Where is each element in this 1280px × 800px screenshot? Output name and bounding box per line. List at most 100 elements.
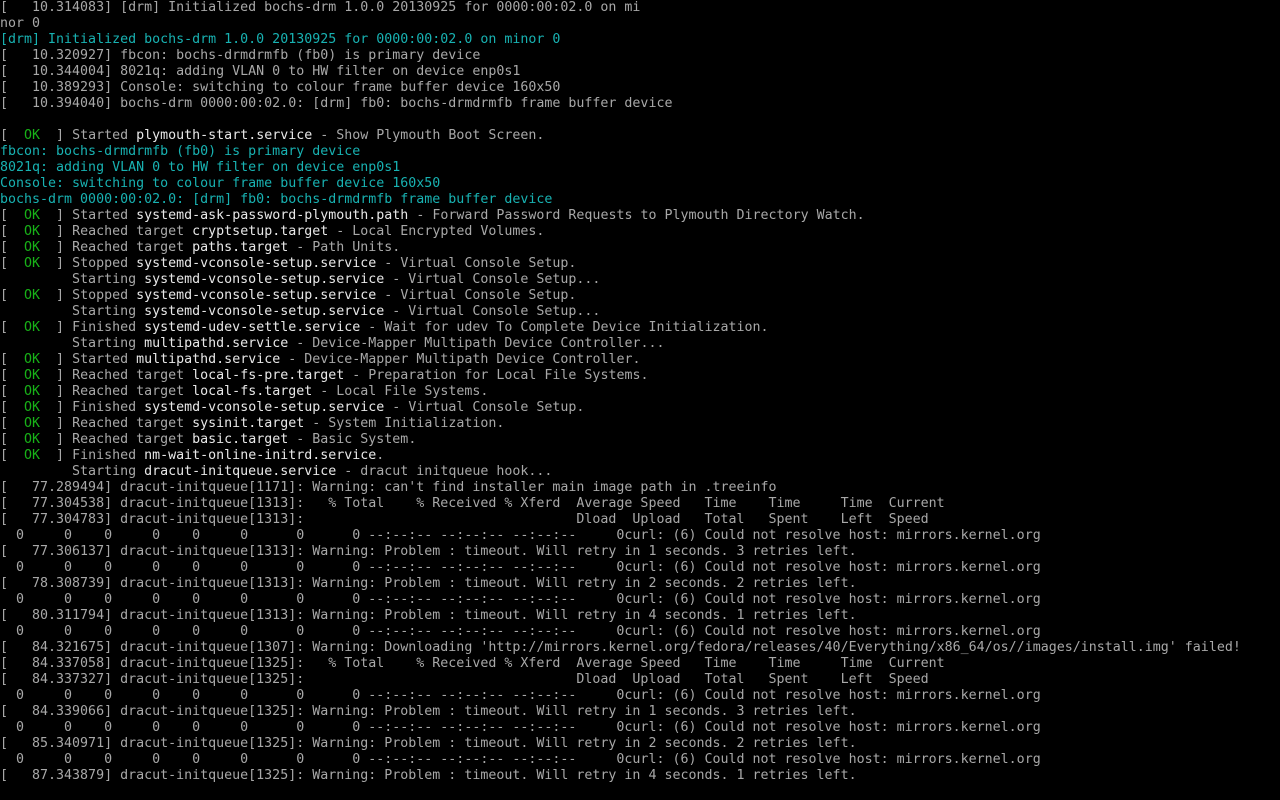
- console-text: ] Finished: [40, 320, 145, 335]
- console-line: [ OK ] Finished systemd-vconsole-setup.s…: [0, 400, 1280, 416]
- console-text: - Virtual Console Setup.: [384, 400, 585, 415]
- console-text: - Virtual Console Setup...: [384, 272, 601, 287]
- kernel-message: 8021q: adding VLAN 0 to HW filter on dev…: [0, 160, 401, 175]
- status-ok-badge: OK: [24, 128, 41, 143]
- console-text: [ 84.337058] dracut-initqueue[1325]: % T…: [0, 656, 945, 671]
- console-text: nor 0: [0, 16, 41, 31]
- status-ok-badge: OK: [24, 384, 41, 399]
- console-text: - Local Encrypted Volumes.: [328, 224, 545, 239]
- console-text: ] Finished: [40, 448, 145, 463]
- boot-console: [ 10.314083] [drm] Initialized bochs-drm…: [0, 0, 1280, 800]
- console-text: - Show Plymouth Boot Screen.: [312, 128, 545, 143]
- kernel-message: Console: switching to colour frame buffe…: [0, 176, 441, 191]
- console-text: Starting: [0, 272, 145, 287]
- console-line: [ OK ] Reached target local-fs-pre.targe…: [0, 368, 1280, 384]
- console-line: [ OK ] Started plymouth-start.service - …: [0, 128, 1280, 144]
- unit-name: systemd-udev-settle.service: [144, 320, 361, 335]
- console-text: ] Reached target: [40, 240, 193, 255]
- console-text: - Wait for udev To Complete Device Initi…: [360, 320, 769, 335]
- console-text: [ 10.344004] 8021q: adding VLAN 0 to HW …: [0, 64, 521, 79]
- console-text: ] Finished: [40, 400, 145, 415]
- console-line: [ 77.304783] dracut-initqueue[1313]: Dlo…: [0, 512, 1280, 528]
- console-line: [ 10.344004] 8021q: adding VLAN 0 to HW …: [0, 64, 1280, 80]
- console-text: Starting: [0, 336, 145, 351]
- console-text: [ 77.304538] dracut-initqueue[1313]: % T…: [0, 496, 945, 511]
- console-text: - Virtual Console Setup.: [376, 256, 577, 271]
- kernel-message: [drm] Initialized bochs-drm 1.0.0 201309…: [0, 32, 561, 47]
- unit-name: sysinit.target: [192, 416, 305, 431]
- console-line: 8021q: adding VLAN 0 to HW filter on dev…: [0, 160, 1280, 176]
- status-ok-badge: OK: [24, 256, 41, 271]
- console-text: [ 10.394040] bochs-drm 0000:00:02.0: [dr…: [0, 96, 673, 111]
- console-line: 0 0 0 0 0 0 0 0 --:--:-- --:--:-- --:--:…: [0, 624, 1280, 640]
- console-line: [ 77.304538] dracut-initqueue[1313]: % T…: [0, 496, 1280, 512]
- unit-name: basic.target: [192, 432, 289, 447]
- console-line: Console: switching to colour frame buffe…: [0, 176, 1280, 192]
- console-text: [ 77.289494] dracut-initqueue[1171]: War…: [0, 480, 777, 495]
- console-line: [ 78.308739] dracut-initqueue[1313]: War…: [0, 576, 1280, 592]
- console-text: 0 0 0 0 0 0 0 0 --:--:-- --:--:-- --:--:…: [0, 528, 1041, 543]
- console-line: Starting multipathd.service - Device-Map…: [0, 336, 1280, 352]
- console-text: [: [0, 352, 25, 367]
- console-line: [ 10.394040] bochs-drm 0000:00:02.0: [dr…: [0, 96, 1280, 112]
- console-text: [ 78.308739] dracut-initqueue[1313]: War…: [0, 576, 857, 591]
- console-text: - Preparation for Local File Systems.: [344, 368, 649, 383]
- console-line: Starting systemd-vconsole-setup.service …: [0, 304, 1280, 320]
- unit-name: systemd-vconsole-setup.service: [136, 288, 377, 303]
- console-line: 0 0 0 0 0 0 0 0 --:--:-- --:--:-- --:--:…: [0, 688, 1280, 704]
- console-text: 0 0 0 0 0 0 0 0 --:--:-- --:--:-- --:--:…: [0, 560, 1041, 575]
- unit-name: systemd-vconsole-setup.service: [136, 256, 377, 271]
- console-line: [ OK ] Started systemd-ask-password-plym…: [0, 208, 1280, 224]
- console-text: [: [0, 448, 25, 463]
- console-text: .: [376, 448, 385, 463]
- console-line: [ OK ] Started multipathd.service - Devi…: [0, 352, 1280, 368]
- status-ok-badge: OK: [24, 368, 41, 383]
- console-text: [ 84.339066] dracut-initqueue[1325]: War…: [0, 704, 857, 719]
- unit-name: systemd-vconsole-setup.service: [144, 400, 385, 415]
- console-line: [ 87.343879] dracut-initqueue[1325]: War…: [0, 768, 1280, 784]
- console-text: [ 84.321675] dracut-initqueue[1307]: War…: [0, 640, 1241, 655]
- console-line: [ 77.289494] dracut-initqueue[1171]: War…: [0, 480, 1280, 496]
- console-text: [: [0, 256, 25, 271]
- console-text: [: [0, 432, 25, 447]
- console-text: [: [0, 368, 25, 383]
- console-text: [: [0, 400, 25, 415]
- unit-name: local-fs.target: [192, 384, 313, 399]
- status-ok-badge: OK: [24, 416, 41, 431]
- console-line: [ 10.320927] fbcon: bochs-drmdrmfb (fb0)…: [0, 48, 1280, 64]
- console-line: [ 84.339066] dracut-initqueue[1325]: War…: [0, 704, 1280, 720]
- unit-name: systemd-ask-password-plymouth.path: [136, 208, 409, 223]
- console-text: - Virtual Console Setup.: [376, 288, 577, 303]
- status-ok-badge: OK: [24, 320, 41, 335]
- console-line: bochs-drm 0000:00:02.0: [drm] fb0: bochs…: [0, 192, 1280, 208]
- console-text: - Device-Mapper Multipath Device Control…: [288, 336, 665, 351]
- console-line: 0 0 0 0 0 0 0 0 --:--:-- --:--:-- --:--:…: [0, 720, 1280, 736]
- status-ok-badge: OK: [24, 288, 41, 303]
- status-ok-badge: OK: [24, 352, 41, 367]
- console-line: nor 0: [0, 16, 1280, 32]
- console-text: ] Reached target: [40, 432, 193, 447]
- console-text: [: [0, 288, 25, 303]
- console-text: [ 10.320927] fbcon: bochs-drmdrmfb (fb0)…: [0, 48, 481, 63]
- console-text: - Forward Password Requests to Plymouth …: [408, 208, 865, 223]
- console-text: [: [0, 416, 25, 431]
- console-text: Starting: [0, 304, 145, 319]
- console-text: 0 0 0 0 0 0 0 0 --:--:-- --:--:-- --:--:…: [0, 720, 1041, 735]
- unit-name: nm-wait-online-initrd.service: [144, 448, 377, 463]
- console-text: - dracut initqueue hook...: [336, 464, 553, 479]
- console-text: ] Started: [40, 128, 137, 143]
- console-line: [ 84.337058] dracut-initqueue[1325]: % T…: [0, 656, 1280, 672]
- console-line: [ 77.306137] dracut-initqueue[1313]: War…: [0, 544, 1280, 560]
- console-text: ] Reached target: [40, 224, 193, 239]
- console-text: 0 0 0 0 0 0 0 0 --:--:-- --:--:-- --:--:…: [0, 624, 1041, 639]
- console-line: [ 10.389293] Console: switching to colou…: [0, 80, 1280, 96]
- status-ok-badge: OK: [24, 208, 41, 223]
- console-line: [ OK ] Reached target paths.target - Pat…: [0, 240, 1280, 256]
- console-line: 0 0 0 0 0 0 0 0 --:--:-- --:--:-- --:--:…: [0, 752, 1280, 768]
- status-ok-badge: OK: [24, 432, 41, 447]
- console-line: [ 84.321675] dracut-initqueue[1307]: War…: [0, 640, 1280, 656]
- kernel-message: bochs-drm 0000:00:02.0: [drm] fb0: bochs…: [0, 192, 553, 207]
- unit-name: dracut-initqueue.service: [144, 464, 337, 479]
- console-text: ] Started: [40, 352, 137, 367]
